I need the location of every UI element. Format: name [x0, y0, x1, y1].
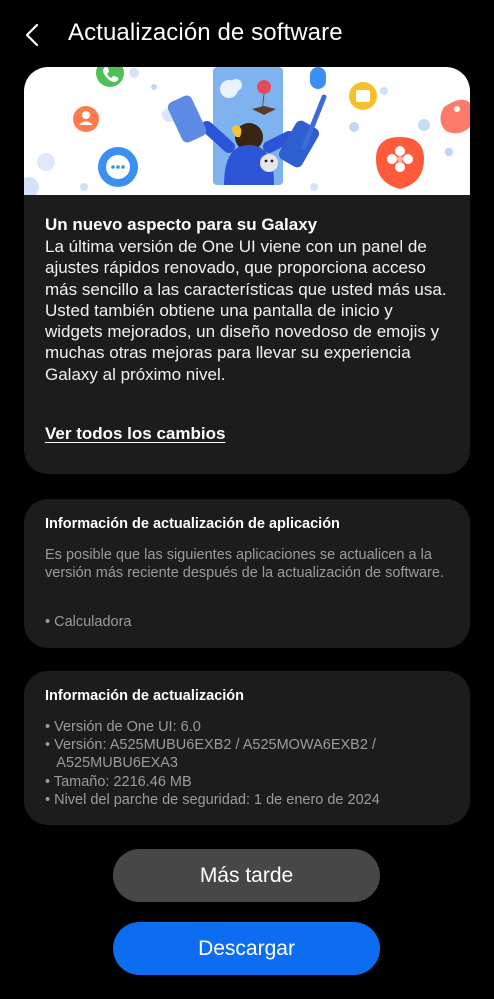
update-info-title: Información de actualización — [45, 688, 245, 704]
list-item: A525MUBU6EXA3 — [45, 755, 178, 772]
list-item: • Versión de One UI: 6.0 — [45, 719, 201, 735]
app-update-title: Información de actualización de aplicaci… — [45, 516, 340, 532]
dog-icon — [260, 154, 278, 172]
app-update-list: • Calculadora — [45, 613, 455, 631]
page-title: Actualización de software — [68, 19, 343, 46]
flower-icon — [376, 137, 424, 189]
phone-icon — [96, 67, 124, 87]
feature-banner — [24, 67, 470, 195]
back-button[interactable] — [18, 18, 52, 52]
feature-card: Un nuevo aspecto para su Galaxy La últim… — [24, 67, 470, 474]
update-info-card: Información de actualización • Versión d… — [24, 671, 470, 825]
see-all-changes-link[interactable]: Ver todos los cambios — [45, 424, 225, 444]
list-item: • Tamaño: 2216.46 MB — [45, 773, 192, 790]
list-item: • Versión: A525MUBU6EXB2 / A525MOWA6EXB2… — [45, 737, 376, 754]
later-button[interactable]: Más tarde — [113, 849, 380, 902]
download-button[interactable]: Descargar — [113, 922, 380, 975]
list-item: • Nivel del parche de seguridad: 1 de en… — [45, 791, 380, 808]
person-icon — [73, 106, 99, 132]
update-info-list: • Versión de One UI: 6.0 • Versión: A525… — [45, 718, 455, 809]
app-header: Actualización de software — [0, 0, 494, 68]
calendar-icon — [349, 82, 377, 110]
chevron-left-icon — [25, 23, 39, 47]
chat-bubble-icon — [98, 147, 138, 187]
list-item: • Calculadora — [45, 614, 132, 630]
feature-description: La última versión de One UI viene con un… — [45, 237, 447, 384]
app-update-description: Es posible que las siguientes aplicacion… — [45, 547, 444, 582]
feature-heading: Un nuevo aspecto para su Galaxy — [45, 215, 318, 234]
app-update-card: Información de actualización de aplicaci… — [24, 499, 470, 648]
